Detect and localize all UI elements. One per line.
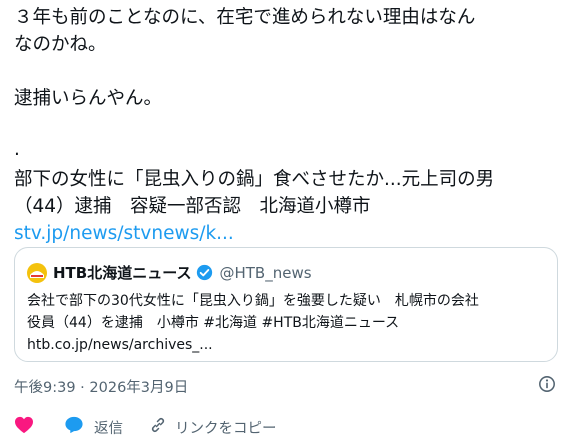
copy-link-label: リンクをコピー: [175, 420, 277, 437]
quoted-tweet-card[interactable]: HTB北海道ニュース @HTB_news 会社で部下の30代女性に「昆虫入り鍋」…: [14, 247, 558, 362]
quoted-author-name[interactable]: HTB北海道ニュース: [53, 262, 191, 283]
tweet-line: （44）逮捕 容疑一部否認 北海道小樽市: [14, 196, 371, 217]
tweet-timestamp[interactable]: 午後9:39 · 2026年3月9日: [14, 376, 188, 397]
quoted-link[interactable]: htb.co.jp/news/archives_...: [27, 334, 552, 356]
tweet-line: ３年も前のことなのに、在宅で進められない理由はなん: [14, 7, 476, 28]
reply-icon: [64, 416, 84, 438]
info-icon[interactable]: [538, 375, 556, 397]
verified-icon: [196, 264, 213, 281]
avatar-icon[interactable]: [27, 262, 47, 283]
tweet-line: 部下の女性に「昆虫入りの鍋」食べさせたか...元上司の男: [14, 169, 495, 190]
quoted-tweet-header: HTB北海道ニュース @HTB_news: [27, 262, 312, 283]
link-icon: [149, 416, 167, 438]
tweet-link[interactable]: stv.jp/news/stvnews/k...: [14, 220, 566, 247]
reply-button[interactable]: 返信: [64, 416, 123, 438]
tweet-line: なのかね。: [14, 34, 107, 55]
heart-icon[interactable]: [14, 416, 34, 438]
quoted-author-handle[interactable]: @HTB_news: [219, 264, 311, 282]
copy-link-button[interactable]: リンクをコピー: [149, 416, 277, 438]
tweet-line: .: [14, 139, 20, 160]
quoted-line: 会社で部下の30代女性に「昆虫入り鍋」を強要した疑い 札幌市の会社: [27, 293, 479, 309]
quoted-tweet-body: 会社で部下の30代女性に「昆虫入り鍋」を強要した疑い 札幌市の会社 役員（44）…: [27, 290, 552, 356]
tweet-actions: 返信 リンクをコピー: [14, 416, 277, 438]
quoted-line: 役員（44）を逮捕 小樽市 #北海道 #HTB北海道ニュース: [27, 315, 400, 331]
reply-label: 返信: [94, 420, 123, 437]
tweet-text: ３年も前のことなのに、在宅で進められない理由はなん なのかね。 逮捕いらんやん。…: [14, 4, 566, 247]
tweet-line: 逮捕いらんやん。: [14, 88, 163, 109]
